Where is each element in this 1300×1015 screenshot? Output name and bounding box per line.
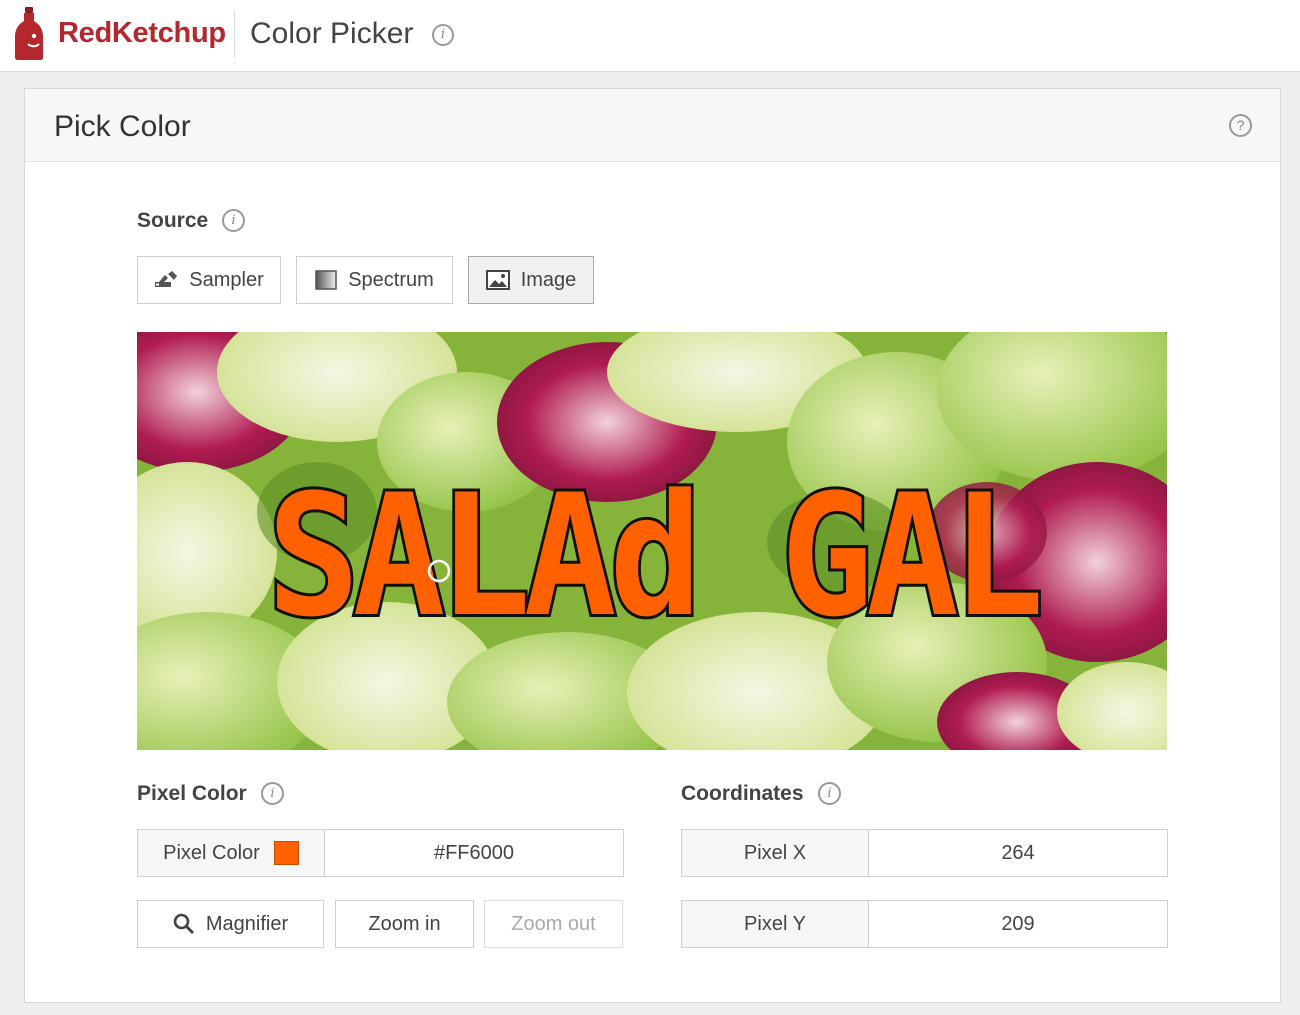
help-icon[interactable]: ? (1229, 114, 1252, 137)
source-info-icon[interactable]: i (222, 209, 245, 232)
pixel-x-label: Pixel X (682, 830, 869, 876)
magnifier-label: Magnifier (205, 912, 289, 935)
pixel-y-label: Pixel Y (682, 901, 869, 947)
source-image-canvas[interactable]: SALAd GAL (137, 332, 1167, 750)
pixel-x-field: Pixel X 264 (681, 829, 1168, 877)
pixel-color-field: Pixel Color #FF6000 (137, 829, 624, 877)
pixel-color-label: Pixel Color (137, 782, 247, 805)
sampler-label: Sampler (189, 268, 264, 291)
info-icon[interactable]: i (432, 24, 454, 46)
magnifier-button[interactable]: Magnifier (137, 900, 324, 948)
pixel-x-value[interactable]: 264 (869, 830, 1167, 876)
brand-divider (234, 10, 235, 58)
coordinates-info-icon[interactable]: i (818, 782, 841, 805)
spectrum-icon (315, 270, 337, 290)
ketchup-bottle-logo-icon[interactable] (14, 6, 44, 60)
zoom-in-button[interactable]: Zoom in (335, 900, 474, 948)
search-icon (173, 913, 194, 935)
pixel-color-value[interactable]: #FF6000 (325, 830, 623, 876)
source-label: Source (137, 209, 209, 232)
card-title: Pick Color (54, 110, 191, 143)
pixel-color-swatch (273, 841, 299, 865)
app-title: Color Picker (250, 17, 414, 50)
brand-name[interactable]: RedKetchup (58, 17, 226, 50)
sampler-icon (155, 271, 178, 287)
zoom-out-label: Zoom out (511, 912, 596, 935)
spectrum-button[interactable]: Spectrum (296, 256, 453, 304)
pick-color-card: Pick Color ? Source i Sampler Spectrum I… (24, 88, 1281, 1003)
salad-gal-text: SALAd GAL (267, 458, 1039, 654)
spectrum-label: Spectrum (348, 268, 434, 291)
image-icon (485, 270, 510, 290)
pixel-y-value[interactable]: 209 (869, 901, 1167, 947)
zoom-out-button[interactable]: Zoom out (484, 900, 623, 948)
card-header: Pick Color ? (25, 89, 1280, 162)
image-button[interactable]: Image (468, 256, 594, 304)
image-label: Image (520, 268, 577, 291)
zoom-in-label: Zoom in (368, 912, 441, 935)
pixel-color-field-label: Pixel Color (138, 830, 325, 876)
top-bar: RedKetchup Color Picker i (0, 0, 1300, 72)
sampler-button[interactable]: Sampler (137, 256, 281, 304)
pixel-color-info-icon[interactable]: i (261, 782, 284, 805)
salad-image: SALAd GAL (137, 332, 1167, 750)
coordinates-label: Coordinates (681, 782, 804, 805)
pixel-color-field-text: Pixel Color (163, 841, 260, 864)
pixel-y-field: Pixel Y 209 (681, 900, 1168, 948)
